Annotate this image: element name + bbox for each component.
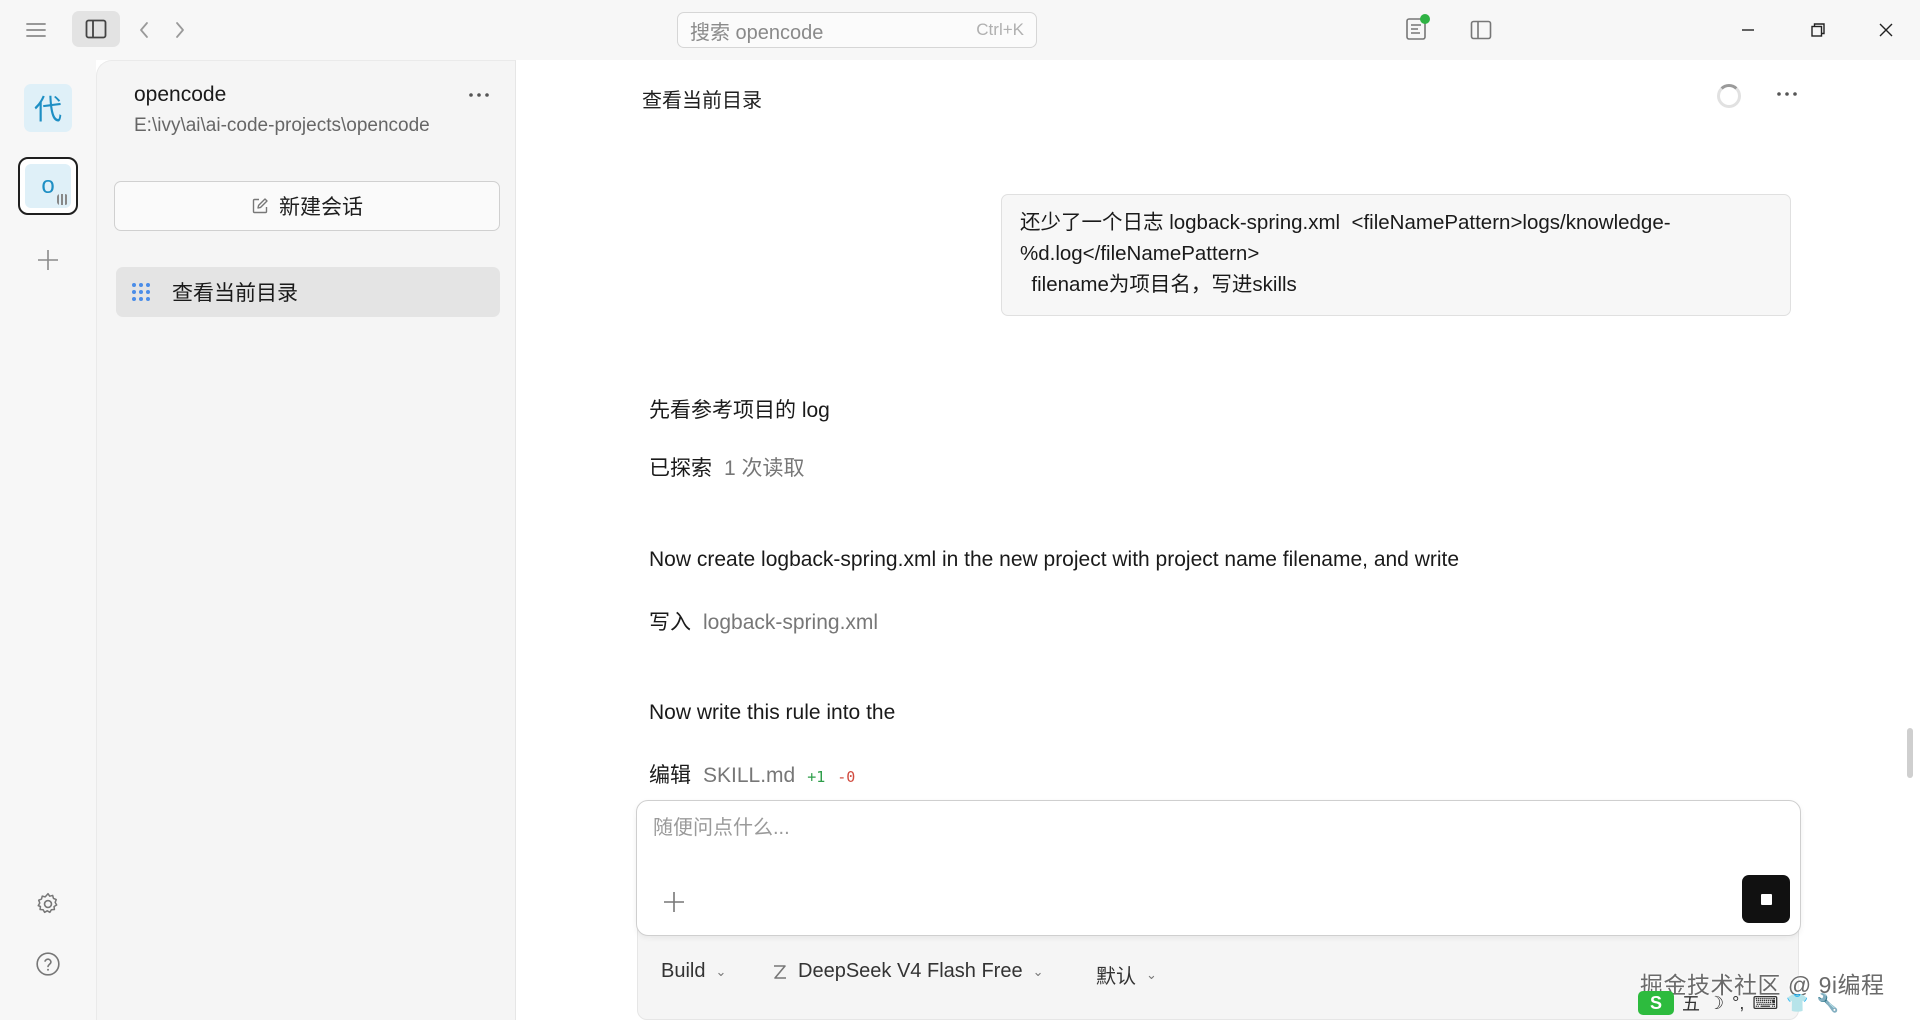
tool-call-write[interactable]: 写入 logback-spring.xml bbox=[649, 606, 878, 636]
new-session-label: 新建会话 bbox=[279, 196, 363, 219]
session-item[interactable]: 查看当前目录 bbox=[116, 267, 500, 317]
minimize-button[interactable] bbox=[1730, 13, 1766, 47]
composer bbox=[636, 800, 1801, 936]
project-name: opencode bbox=[134, 83, 227, 106]
forward-icon[interactable] bbox=[166, 14, 194, 46]
toggle-sidebar-button[interactable] bbox=[72, 11, 120, 47]
tool-target: 1 次读取 bbox=[724, 457, 805, 480]
punctuation-icon: °, bbox=[1732, 992, 1745, 1013]
tool-target: SKILL.md bbox=[703, 764, 796, 787]
menu-icon[interactable] bbox=[20, 14, 52, 46]
project-avatar-inner: o bbox=[25, 164, 71, 208]
user-message-line: 还少了一个日志 logback-spring.xml <fileNamePatt… bbox=[1020, 211, 1671, 265]
agent-select[interactable]: Build ⌄ bbox=[661, 960, 726, 983]
diff-additions: +1 bbox=[807, 768, 826, 786]
title-bar: 搜索 opencode Ctrl+K bbox=[0, 0, 1920, 60]
search-placeholder: 搜索 opencode bbox=[690, 21, 824, 44]
help-icon bbox=[36, 952, 60, 976]
search-shortcut: Ctrl+K bbox=[976, 20, 1024, 39]
session-sidebar: opencode E:\ivy\ai\ai-code-projects\open… bbox=[96, 60, 516, 1020]
more-horizontal-icon bbox=[1777, 92, 1797, 96]
model-provider-icon bbox=[774, 964, 786, 979]
user-message: 还少了一个日志 logback-spring.xml <fileNamePatt… bbox=[1001, 194, 1791, 316]
assistant-text: Now write this rule into the bbox=[649, 701, 896, 724]
variant-label: 默认 bbox=[1096, 966, 1136, 988]
tool-verb: 编辑 bbox=[649, 764, 691, 787]
status-dot bbox=[1420, 14, 1430, 24]
toggle-panel-button[interactable] bbox=[1465, 13, 1497, 47]
new-session-button[interactable]: 新建会话 bbox=[114, 181, 500, 231]
plus-icon bbox=[38, 250, 58, 270]
model-label: DeepSeek V4 Flash Free bbox=[798, 960, 1023, 982]
project-avatar[interactable]: 代 bbox=[24, 84, 72, 132]
search-button[interactable]: 搜索 opencode Ctrl+K bbox=[677, 12, 1037, 48]
tool-target: logback-spring.xml bbox=[703, 611, 879, 634]
add-project-button[interactable] bbox=[30, 242, 66, 278]
close-button[interactable] bbox=[1868, 13, 1904, 47]
model-select[interactable]: DeepSeek V4 Flash Free ⌄ bbox=[772, 960, 1043, 983]
session-title: 查看当前目录 bbox=[172, 282, 298, 305]
session-loading-icon bbox=[132, 283, 150, 301]
minimize-icon bbox=[1742, 29, 1754, 31]
project-avatar-active[interactable]: o bbox=[18, 157, 78, 215]
tool-verb: 已探索 bbox=[649, 457, 712, 480]
project-badge-icon bbox=[57, 194, 68, 205]
loading-spinner-icon bbox=[1717, 84, 1741, 108]
keyboard-icon: ⌨ bbox=[1752, 992, 1779, 1013]
stop-icon bbox=[1760, 893, 1772, 905]
stop-button[interactable] bbox=[1742, 875, 1790, 923]
ime-mode: 五 bbox=[1682, 994, 1700, 1014]
panel-right-icon bbox=[1470, 20, 1492, 40]
chat-more-button[interactable] bbox=[1771, 80, 1803, 108]
project-path: E:\ivy\ai\ai-code-projects\opencode bbox=[134, 115, 430, 136]
project-initial: o bbox=[41, 172, 55, 199]
chat-title: 查看当前目录 bbox=[642, 90, 762, 112]
restore-button[interactable] bbox=[1800, 13, 1836, 47]
wrench-icon: 🔧 bbox=[1816, 992, 1840, 1013]
settings-button[interactable] bbox=[30, 886, 66, 922]
plus-icon bbox=[664, 892, 684, 912]
back-icon[interactable] bbox=[130, 14, 158, 46]
diff-deletions: -0 bbox=[837, 768, 856, 786]
help-button[interactable] bbox=[30, 946, 66, 982]
edit-icon bbox=[252, 198, 268, 214]
close-icon bbox=[1879, 23, 1893, 37]
project-more-button[interactable] bbox=[463, 81, 495, 109]
prompt-input[interactable] bbox=[653, 817, 1653, 840]
user-message-line: filename为项目名，写进skills bbox=[1020, 273, 1297, 296]
attach-button[interactable] bbox=[657, 885, 691, 919]
restore-icon bbox=[1811, 23, 1825, 37]
project-initial: 代 bbox=[33, 94, 62, 125]
moon-icon: ☽ bbox=[1708, 992, 1725, 1013]
chevron-down-icon: ⌄ bbox=[1146, 966, 1157, 982]
scrollbar-thumb[interactable] bbox=[1907, 728, 1913, 778]
skin-icon: 👕 bbox=[1786, 992, 1809, 1013]
conversation-panel: 查看当前目录 还少了一个日志 logback-spring.xml <fileN… bbox=[516, 60, 1920, 1020]
assistant-text: 先看参考项目的 log bbox=[649, 399, 830, 422]
project-rail: 代 o bbox=[0, 60, 96, 1020]
ime-toolbar[interactable]: S 五 ☽ °, ⌨ 👕 🔧 bbox=[1638, 990, 1916, 1016]
more-horizontal-icon bbox=[469, 93, 489, 97]
agent-label: Build bbox=[661, 960, 706, 982]
chevron-down-icon: ⌄ bbox=[1032, 963, 1044, 979]
chevron-down-icon: ⌄ bbox=[715, 963, 727, 979]
gear-icon bbox=[37, 892, 58, 914]
tool-verb: 写入 bbox=[649, 611, 691, 634]
tool-call-edit[interactable]: 编辑 SKILL.md +1 -0 bbox=[649, 759, 855, 789]
assistant-text: Now create logback-spring.xml in the new… bbox=[649, 548, 1460, 571]
ime-logo-icon: S bbox=[1638, 991, 1674, 1015]
review-changes-button[interactable] bbox=[1400, 12, 1432, 46]
tool-call-explore[interactable]: 已探索 1 次读取 bbox=[649, 452, 805, 482]
variant-select[interactable]: 默认 ⌄ bbox=[1096, 960, 1157, 989]
